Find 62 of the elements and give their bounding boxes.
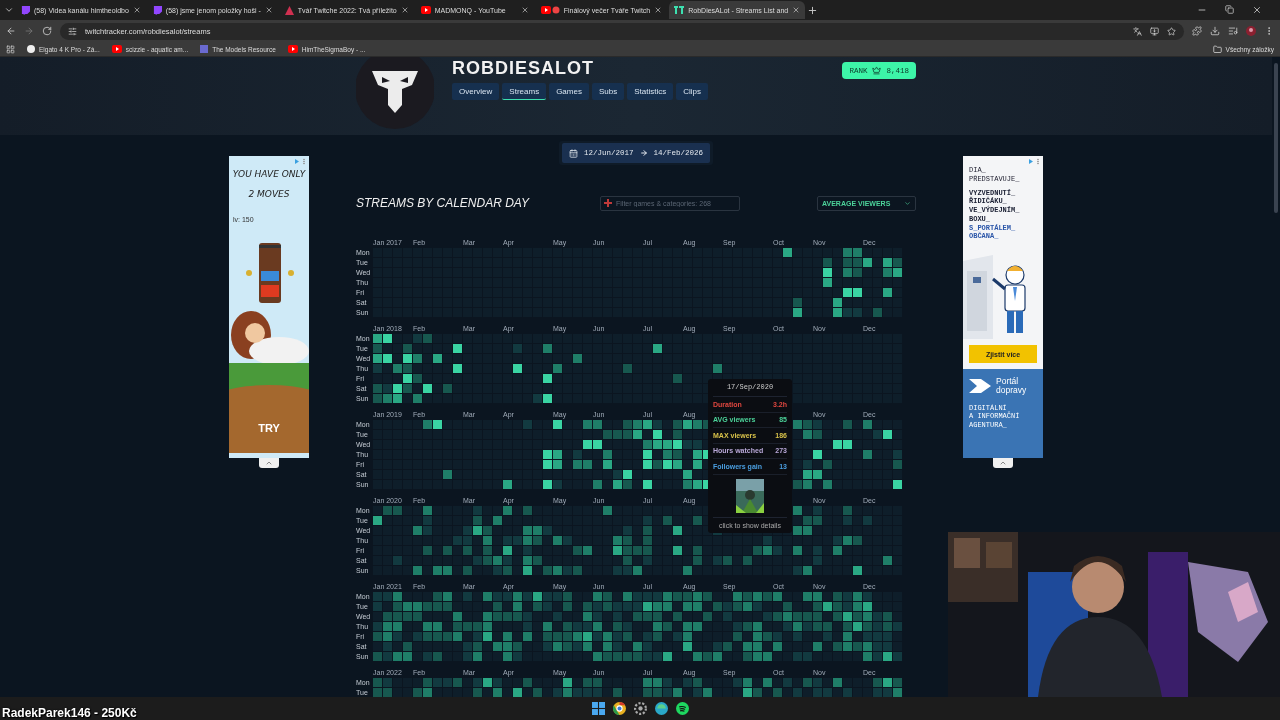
channel-name: ROBDIESALOT [452, 57, 595, 79]
close-icon[interactable] [400, 6, 409, 14]
close-icon[interactable] [654, 6, 663, 14]
chevron-up-icon [265, 459, 273, 467]
collapse-ad-button[interactable] [993, 458, 1013, 468]
tab-list-icon[interactable] [4, 5, 14, 15]
ad-choices-icon[interactable] [1027, 158, 1041, 165]
close-icon[interactable] [792, 6, 801, 14]
arrow-icon [639, 149, 648, 157]
caret-icon [904, 199, 911, 207]
extensions-icon[interactable] [1192, 26, 1202, 36]
nav-tab[interactable]: Clips [676, 83, 708, 100]
media-icon[interactable] [1228, 26, 1238, 36]
install-icon[interactable] [1150, 26, 1159, 36]
nav-tab[interactable]: Subs [591, 83, 625, 100]
tracker-favicon-icon [674, 6, 685, 14]
browser-taskbar-icon[interactable] [612, 702, 626, 715]
play-favicon-icon [540, 6, 560, 14]
nav-tab[interactable]: Games [549, 83, 589, 100]
play-favicon-icon [420, 6, 431, 14]
crown-icon [872, 66, 882, 75]
bookmark-favicon-icon [200, 45, 209, 53]
close-icon[interactable] [132, 6, 141, 14]
gamepad-icon [604, 199, 612, 207]
calendar-icon [569, 148, 578, 158]
close-icon[interactable] [264, 6, 273, 14]
ad-headline: YOU HAVE ONLY [231, 168, 307, 181]
twitch-favicon-icon [21, 5, 30, 15]
music-taskbar-icon[interactable] [675, 702, 689, 715]
donation-text: RadekParek146 - 250Kč [2, 706, 137, 720]
translate-icon[interactable] [1133, 26, 1142, 36]
close-icon[interactable] [1252, 5, 1262, 15]
chevron-logo-icon [969, 379, 991, 394]
windows-start-icon[interactable] [591, 702, 605, 715]
reload-icon[interactable] [42, 26, 52, 36]
nav-tab[interactable]: Streams [502, 83, 547, 100]
folder-icon [1212, 44, 1222, 54]
twitch-favicon-icon [152, 5, 162, 15]
site-settings-icon[interactable] [68, 26, 77, 36]
globe-taskbar-icon[interactable] [654, 702, 668, 715]
nav-tab[interactable]: Statistics [627, 83, 674, 100]
apps-icon[interactable] [6, 44, 15, 54]
triangle-favicon-icon [284, 5, 294, 15]
gear-taskbar-icon[interactable] [633, 702, 647, 715]
close-icon[interactable] [520, 6, 529, 14]
brand-name: dopravy [996, 386, 1027, 396]
back-icon[interactable] [6, 26, 16, 36]
bookmark-favicon-icon [27, 45, 35, 53]
profile-avatar[interactable] [1246, 26, 1256, 36]
brand-name: Portál [996, 377, 1020, 386]
restore-icon[interactable] [1225, 5, 1234, 14]
ad-headline: 2 MOVES [247, 188, 291, 201]
scrollbar-thumb[interactable] [1274, 63, 1278, 213]
nav-tab[interactable]: Overview [452, 83, 500, 100]
star-icon[interactable] [1167, 26, 1176, 36]
new-tab-icon[interactable] [807, 4, 819, 16]
download-icon[interactable] [1210, 26, 1220, 36]
chevron-up-icon [999, 459, 1007, 467]
collapse-ad-button[interactable] [259, 458, 279, 468]
play-favicon-icon [111, 45, 122, 53]
play-favicon-icon [287, 45, 298, 53]
section-title: STREAMS BY CALENDAR DAY [356, 196, 531, 210]
